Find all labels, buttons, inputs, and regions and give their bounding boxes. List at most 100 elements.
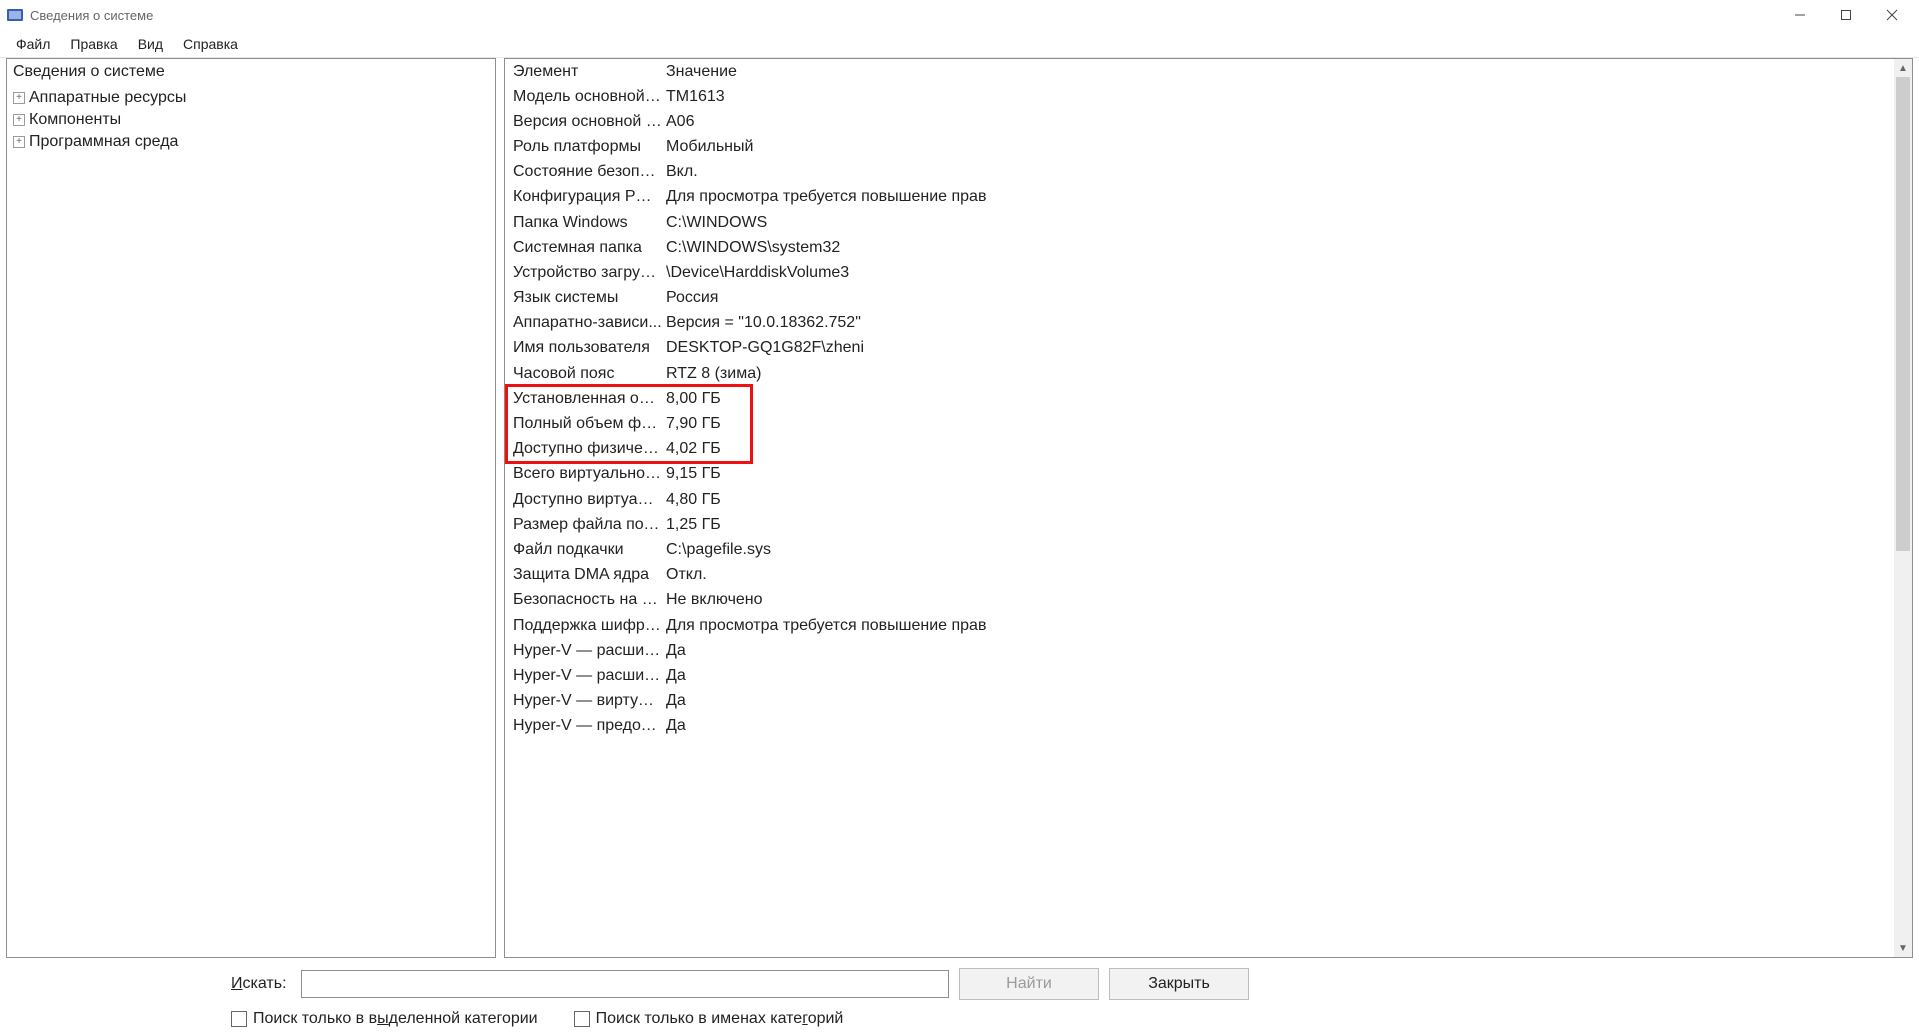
menu-help[interactable]: Справка — [173, 33, 248, 55]
detail-row[interactable]: Язык системыРоссия — [505, 286, 1894, 311]
close-search-button[interactable]: Закрыть — [1109, 968, 1249, 1000]
tree-item[interactable]: +Аппаратные ресурсы — [13, 87, 489, 109]
detail-row[interactable]: Аппаратно-зависи...Версия = "10.0.18362.… — [505, 311, 1894, 336]
expander-icon[interactable]: + — [13, 92, 25, 104]
checkbox-category-names[interactable]: Поиск только в именах категорий — [574, 1010, 844, 1028]
detail-cell-element: Папка Windows — [505, 214, 662, 232]
scroll-thumb[interactable] — [1896, 77, 1910, 551]
detail-row[interactable]: Поддержка шифро...Для просмотра требуетс… — [505, 613, 1894, 638]
app-icon — [6, 6, 24, 24]
search-input[interactable] — [301, 970, 949, 998]
detail-cell-value: 4,80 ГБ — [662, 491, 1894, 509]
scroll-up-arrow-icon[interactable]: ▲ — [1894, 59, 1912, 77]
detail-header: Элемент Значение — [505, 59, 1894, 84]
detail-cell-value: TM1613 — [662, 88, 1894, 106]
tree-item[interactable]: + Компоненты — [13, 109, 489, 131]
detail-cell-element: Безопасность на ос... — [505, 591, 662, 609]
detail-cell-element: Hyper-V — расшир... — [505, 642, 662, 660]
detail-row[interactable]: Установленная опе...8,00 ГБ — [505, 386, 1894, 411]
menu-file[interactable]: Файл — [6, 33, 60, 55]
detail-row[interactable]: Защита DMA ядраОткл. — [505, 563, 1894, 588]
detail-row[interactable]: Hyper-V — расшир...Да — [505, 638, 1894, 663]
detail-cell-element: Системная папка — [505, 239, 662, 257]
detail-row[interactable]: Размер файла подк...1,25 ГБ — [505, 512, 1894, 537]
detail-row[interactable]: Модель основной ...TM1613 — [505, 84, 1894, 109]
column-header-value[interactable]: Значение — [662, 63, 1524, 81]
detail-cell-element: Устройство загрузки — [505, 264, 662, 282]
checkbox-label: Поиск только в выделенной категории — [253, 1010, 538, 1028]
detail-row[interactable]: Часовой поясRTZ 8 (зима) — [505, 361, 1894, 386]
maximize-button[interactable] — [1823, 0, 1869, 30]
detail-row[interactable]: Всего виртуальной ...9,15 ГБ — [505, 462, 1894, 487]
detail-row[interactable]: Имя пользователяDESKTOP-GQ1G82F\zheni — [505, 336, 1894, 361]
detail-cell-element: Модель основной ... — [505, 88, 662, 106]
detail-cell-value: Да — [662, 692, 1894, 710]
detail-cell-element: Аппаратно-зависи... — [505, 314, 662, 332]
vertical-scrollbar[interactable]: ▲ ▼ — [1894, 59, 1912, 957]
detail-row[interactable]: Версия основной п...A06 — [505, 109, 1894, 134]
detail-row[interactable]: Полный объем физ...7,90 ГБ — [505, 411, 1894, 436]
detail-cell-element: Защита DMA ядра — [505, 566, 662, 584]
detail-row[interactable]: Hyper-V — расшир...Да — [505, 663, 1894, 688]
menu-edit[interactable]: Правка — [60, 33, 127, 55]
detail-row[interactable]: Доступно физичес...4,02 ГБ — [505, 437, 1894, 462]
checkbox-selected-category[interactable]: Поиск только в выделенной категории — [231, 1010, 538, 1028]
detail-cell-element: Часовой пояс — [505, 365, 662, 383]
detail-cell-value: \Device\HarddiskVolume3 — [662, 264, 1894, 282]
detail-cell-value: Да — [662, 642, 1894, 660]
scroll-down-arrow-icon[interactable]: ▼ — [1894, 939, 1912, 957]
scroll-track[interactable] — [1894, 77, 1912, 939]
detail-row[interactable]: Системная папкаC:\WINDOWS\system32 — [505, 235, 1894, 260]
detail-row[interactable]: Hyper-V — предотв...Да — [505, 714, 1894, 739]
detail-cell-element: Hyper-V — виртуал... — [505, 692, 662, 710]
detail-row[interactable]: Состояние безопас...Вкл. — [505, 160, 1894, 185]
detail-cell-value: Да — [662, 717, 1894, 735]
detail-cell-value: Не включено — [662, 591, 1894, 609]
tree-item-label: Компоненты — [29, 111, 121, 129]
tree-pane[interactable]: Сведения о системе +Аппаратные ресурсы+К… — [6, 58, 496, 958]
detail-cell-element: Доступно виртуаль... — [505, 491, 662, 509]
column-header-element[interactable]: Элемент — [505, 63, 662, 81]
detail-cell-value: Вкл. — [662, 163, 1894, 181]
detail-cell-value: DESKTOP-GQ1G82F\zheni — [662, 339, 1894, 357]
menu-view[interactable]: Вид — [128, 33, 173, 55]
detail-cell-element: Размер файла подк... — [505, 516, 662, 534]
detail-cell-value: Для просмотра требуется повышение прав — [662, 188, 1894, 206]
tree-item-label: Программная среда — [29, 133, 178, 151]
expander-icon[interactable]: + — [13, 114, 25, 126]
detail-cell-value: Россия — [662, 289, 1894, 307]
find-button[interactable]: Найти — [959, 968, 1099, 1000]
detail-cell-value: Да — [662, 667, 1894, 685]
detail-cell-element: Полный объем физ... — [505, 415, 662, 433]
detail-cell-value: Для просмотра требуется повышение прав — [662, 617, 1894, 635]
tree-root[interactable]: Сведения о системе — [13, 61, 489, 87]
detail-cell-element: Версия основной п... — [505, 113, 662, 131]
detail-row[interactable]: Устройство загрузки\Device\HarddiskVolum… — [505, 260, 1894, 285]
detail-cell-value: 4,02 ГБ — [662, 440, 1894, 458]
detail-row[interactable]: Безопасность на ос...Не включено — [505, 588, 1894, 613]
tree-item[interactable]: + Программная среда — [13, 131, 489, 153]
detail-cell-element: Файл подкачки — [505, 541, 662, 559]
detail-row[interactable]: Доступно виртуаль...4,80 ГБ — [505, 487, 1894, 512]
minimize-button[interactable] — [1777, 0, 1823, 30]
detail-cell-value: C:\WINDOWS\system32 — [662, 239, 1894, 257]
detail-row[interactable]: Роль платформыМобильный — [505, 134, 1894, 159]
detail-cell-element: Доступно физичес... — [505, 440, 662, 458]
titlebar: Сведения о системе — [0, 0, 1919, 30]
detail-cell-element: Установленная опе... — [505, 390, 662, 408]
detail-row[interactable]: Конфигурация PCR7Для просмотра требуется… — [505, 185, 1894, 210]
detail-cell-element: Язык системы — [505, 289, 662, 307]
detail-row[interactable]: Hyper-V — виртуал...Да — [505, 689, 1894, 714]
detail-cell-value: RTZ 8 (зима) — [662, 365, 1894, 383]
menubar: Файл Правка Вид Справка — [0, 30, 1919, 58]
detail-cell-element: Состояние безопас... — [505, 163, 662, 181]
close-button[interactable] — [1869, 0, 1915, 30]
detail-cell-element: Всего виртуальной ... — [505, 465, 662, 483]
detail-cell-value: 9,15 ГБ — [662, 465, 1894, 483]
detail-cell-element: Роль платформы — [505, 138, 662, 156]
detail-cell-value: Версия = "10.0.18362.752" — [662, 314, 1894, 332]
detail-cell-element: Конфигурация PCR7 — [505, 188, 662, 206]
detail-row[interactable]: Папка WindowsC:\WINDOWS — [505, 210, 1894, 235]
expander-icon[interactable]: + — [13, 136, 25, 148]
detail-row[interactable]: Файл подкачкиC:\pagefile.sys — [505, 537, 1894, 562]
